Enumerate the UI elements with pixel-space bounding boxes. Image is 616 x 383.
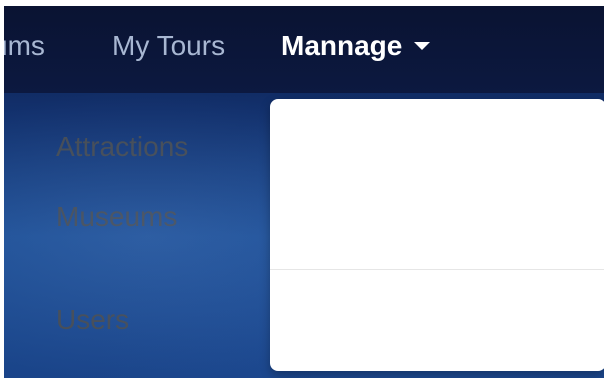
navbar: ums My Tours Mannage: [4, 6, 604, 93]
dropdown-item-users[interactable]: Users: [56, 303, 129, 337]
nav-link-my-tours[interactable]: My Tours: [112, 29, 225, 63]
dropdown-divider: [270, 269, 604, 270]
caret-down-icon: [414, 42, 431, 50]
nav-link-manage-label: Mannage: [281, 30, 403, 61]
app-viewport: ums My Tours Mannage Attractions Museums…: [4, 6, 604, 378]
nav-link-manage[interactable]: Mannage: [281, 29, 431, 63]
nav-link-museums[interactable]: ums: [4, 29, 45, 63]
dropdown-item-museums[interactable]: Museums: [56, 200, 177, 234]
manage-dropdown-menu: [270, 99, 604, 371]
dropdown-item-attractions[interactable]: Attractions: [56, 130, 188, 164]
